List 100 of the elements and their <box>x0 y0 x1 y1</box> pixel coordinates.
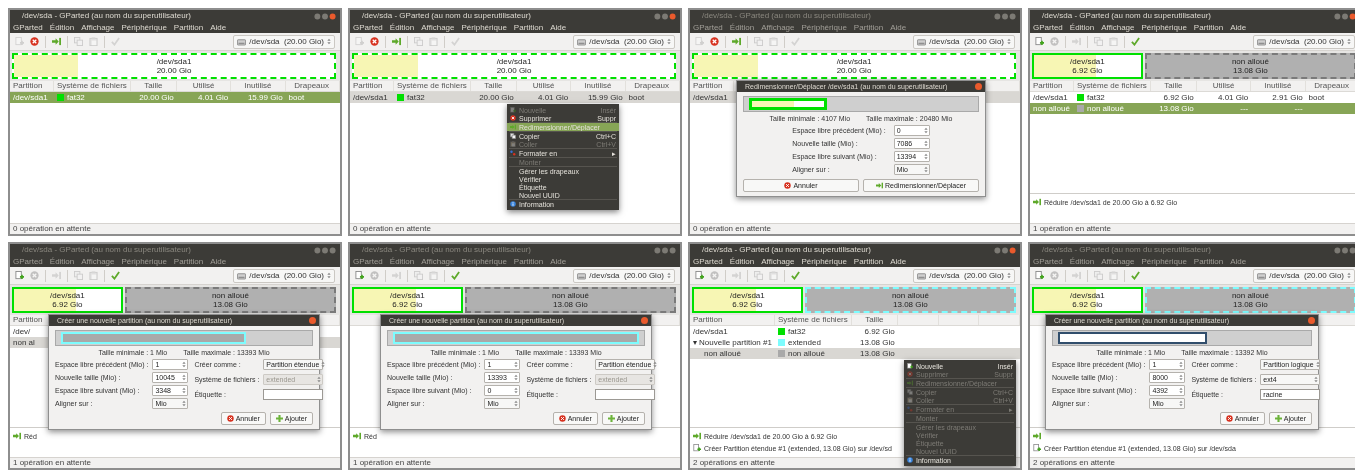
column-header[interactable]: Partition <box>1033 82 1063 90</box>
menu-item[interactable]: Partition <box>853 23 884 32</box>
add-document-icon[interactable] <box>695 271 704 280</box>
dropdown-arrows-icon[interactable] <box>514 400 519 407</box>
menu-item[interactable]: Partition <box>173 257 204 266</box>
menu-item[interactable]: Affichage <box>761 257 795 266</box>
checkmark-icon[interactable] <box>791 271 800 280</box>
column-header[interactable]: Taille <box>1164 82 1183 90</box>
column-header[interactable]: Taille <box>144 82 163 90</box>
column-header[interactable]: Partition <box>13 82 43 90</box>
column-header[interactable]: Taille <box>484 82 503 90</box>
menu-item[interactable]: Édition <box>729 257 755 266</box>
device-selector[interactable]: /dev/sda (20.00 Gio) <box>573 34 675 49</box>
resize-icon[interactable] <box>52 37 61 46</box>
menu-item[interactable]: Affichage <box>81 23 115 32</box>
column-header[interactable]: Taille <box>865 316 884 324</box>
column-header[interactable]: Drapeaux <box>294 82 329 90</box>
delete-icon[interactable] <box>370 37 379 46</box>
menu-item[interactable]: Aide <box>1230 23 1247 32</box>
device-selector[interactable]: /dev/sda (20.00 Gio) <box>233 34 335 49</box>
spin-arrows-icon[interactable] <box>514 374 519 381</box>
spin-arrows-icon[interactable] <box>182 387 187 394</box>
resize-icon[interactable] <box>392 37 401 46</box>
partition-handle[interactable] <box>749 98 828 110</box>
table-row[interactable]: /dev/sda1 fat32 6.92 Gio 4.01 Gio 2.91 Gio boot <box>1030 92 1355 103</box>
column-header[interactable]: Partition <box>693 82 723 90</box>
window-controls-icon[interactable] <box>994 246 1016 254</box>
dropdown-arrows-icon[interactable] <box>1179 400 1184 407</box>
checkmark-icon[interactable] <box>451 271 460 280</box>
menu-item[interactable]: Affichage <box>1101 257 1135 266</box>
column-header[interactable]: Inutilisé <box>1264 82 1292 90</box>
table-row[interactable]: ▾ Nouvelle partition #1 extended 13.08 Gio <box>690 337 1020 348</box>
partition-handle[interactable] <box>1058 332 1207 344</box>
window-controls-icon[interactable] <box>654 246 676 254</box>
device-selector[interactable]: /dev/sda (20.00 Gio) <box>573 268 675 283</box>
menu-item[interactable]: Périphérique <box>801 257 847 266</box>
menu-item[interactable]: Périphérique <box>801 23 847 32</box>
partition-size-slider[interactable] <box>55 330 313 346</box>
menu-item[interactable]: GParted <box>13 257 43 266</box>
menu-item[interactable]: GParted <box>13 23 43 32</box>
text-field[interactable] <box>595 389 656 400</box>
column-header[interactable]: Système de fichiers <box>1077 82 1147 90</box>
menu-item[interactable]: Périphérique <box>461 257 507 266</box>
add-document-icon[interactable] <box>15 271 24 280</box>
spin-arrows-icon[interactable] <box>923 140 928 147</box>
dropdown-arrows-icon[interactable] <box>923 166 928 173</box>
column-header[interactable]: Inutilisé <box>244 82 272 90</box>
menu-item[interactable]: GParted <box>353 257 383 266</box>
dropdown-arrows-icon[interactable] <box>327 38 331 45</box>
spin-arrows-icon[interactable] <box>1179 361 1184 368</box>
checkmark-icon[interactable] <box>111 271 120 280</box>
menu-item[interactable]: Périphérique <box>121 257 167 266</box>
menu-item[interactable]: Partition <box>513 23 544 32</box>
menu-item[interactable]: Édition <box>49 23 75 32</box>
spin-arrows-icon[interactable] <box>1179 374 1184 381</box>
menu-item[interactable]: Affichage <box>761 23 795 32</box>
checkmark-icon[interactable] <box>1131 271 1140 280</box>
menu-item[interactable]: Aide <box>1230 257 1247 266</box>
column-header[interactable]: Système de fichiers <box>397 82 467 90</box>
dropdown-arrows-icon[interactable] <box>1347 38 1351 45</box>
menu-item[interactable]: Périphérique <box>121 23 167 32</box>
add-document-icon[interactable] <box>355 271 364 280</box>
column-header[interactable]: Partition <box>693 316 723 324</box>
spin-arrows-icon[interactable] <box>923 153 928 160</box>
partition-size-slider[interactable] <box>387 330 645 346</box>
partition-block[interactable] <box>1144 53 1355 79</box>
add-document-icon[interactable] <box>1035 271 1044 280</box>
menu-item[interactable]: GParted <box>1033 23 1063 32</box>
column-header[interactable]: Drapeaux <box>1314 82 1349 90</box>
menu-item[interactable]: Partition <box>853 257 884 266</box>
table-row[interactable]: non alloué non alloué 13.08 Gio <box>690 348 1020 359</box>
table-row[interactable]: /dev/sda1 fat32 6.92 Gio <box>690 326 1020 337</box>
partition-block[interactable] <box>124 287 336 313</box>
menu-item[interactable]: Aide <box>890 257 907 266</box>
window-controls-icon[interactable] <box>314 12 336 20</box>
delete-icon[interactable] <box>710 37 719 46</box>
device-selector[interactable]: /dev/sda (20.00 Gio) <box>233 268 335 283</box>
menu-item[interactable]: Affichage <box>421 23 455 32</box>
window-controls-icon[interactable] <box>1334 12 1355 20</box>
spin-arrows-icon[interactable] <box>514 361 519 368</box>
dropdown-arrows-icon[interactable] <box>327 272 331 279</box>
spin-arrows-icon[interactable] <box>923 127 928 134</box>
table-row[interactable]: /dev/sda1 fat32 20.00 Gio 4.01 Gio 15.99 Gio boot <box>350 92 680 103</box>
window-controls-icon[interactable] <box>314 246 336 254</box>
dropdown-arrows-icon[interactable] <box>1007 272 1011 279</box>
column-header[interactable]: Système de fichiers <box>57 82 127 90</box>
window-controls-icon[interactable] <box>654 12 676 20</box>
column-header[interactable]: Inutilisé <box>584 82 612 90</box>
column-header[interactable]: Utilisé <box>1212 82 1235 90</box>
column-header[interactable]: Système de fichiers <box>777 316 848 324</box>
menu-item[interactable]: Aide <box>890 23 907 32</box>
partition-block[interactable] <box>464 287 676 313</box>
dropdown-arrows-icon[interactable] <box>653 361 658 368</box>
column-header[interactable]: Partition <box>13 316 43 324</box>
close-icon[interactable] <box>1308 317 1315 324</box>
menu-item[interactable]: GParted <box>1033 257 1063 266</box>
spin-arrows-icon[interactable] <box>514 387 519 394</box>
dropdown-arrows-icon[interactable] <box>182 400 187 407</box>
menu-item[interactable]: Partition <box>513 257 544 266</box>
add-document-icon[interactable] <box>1035 37 1044 46</box>
